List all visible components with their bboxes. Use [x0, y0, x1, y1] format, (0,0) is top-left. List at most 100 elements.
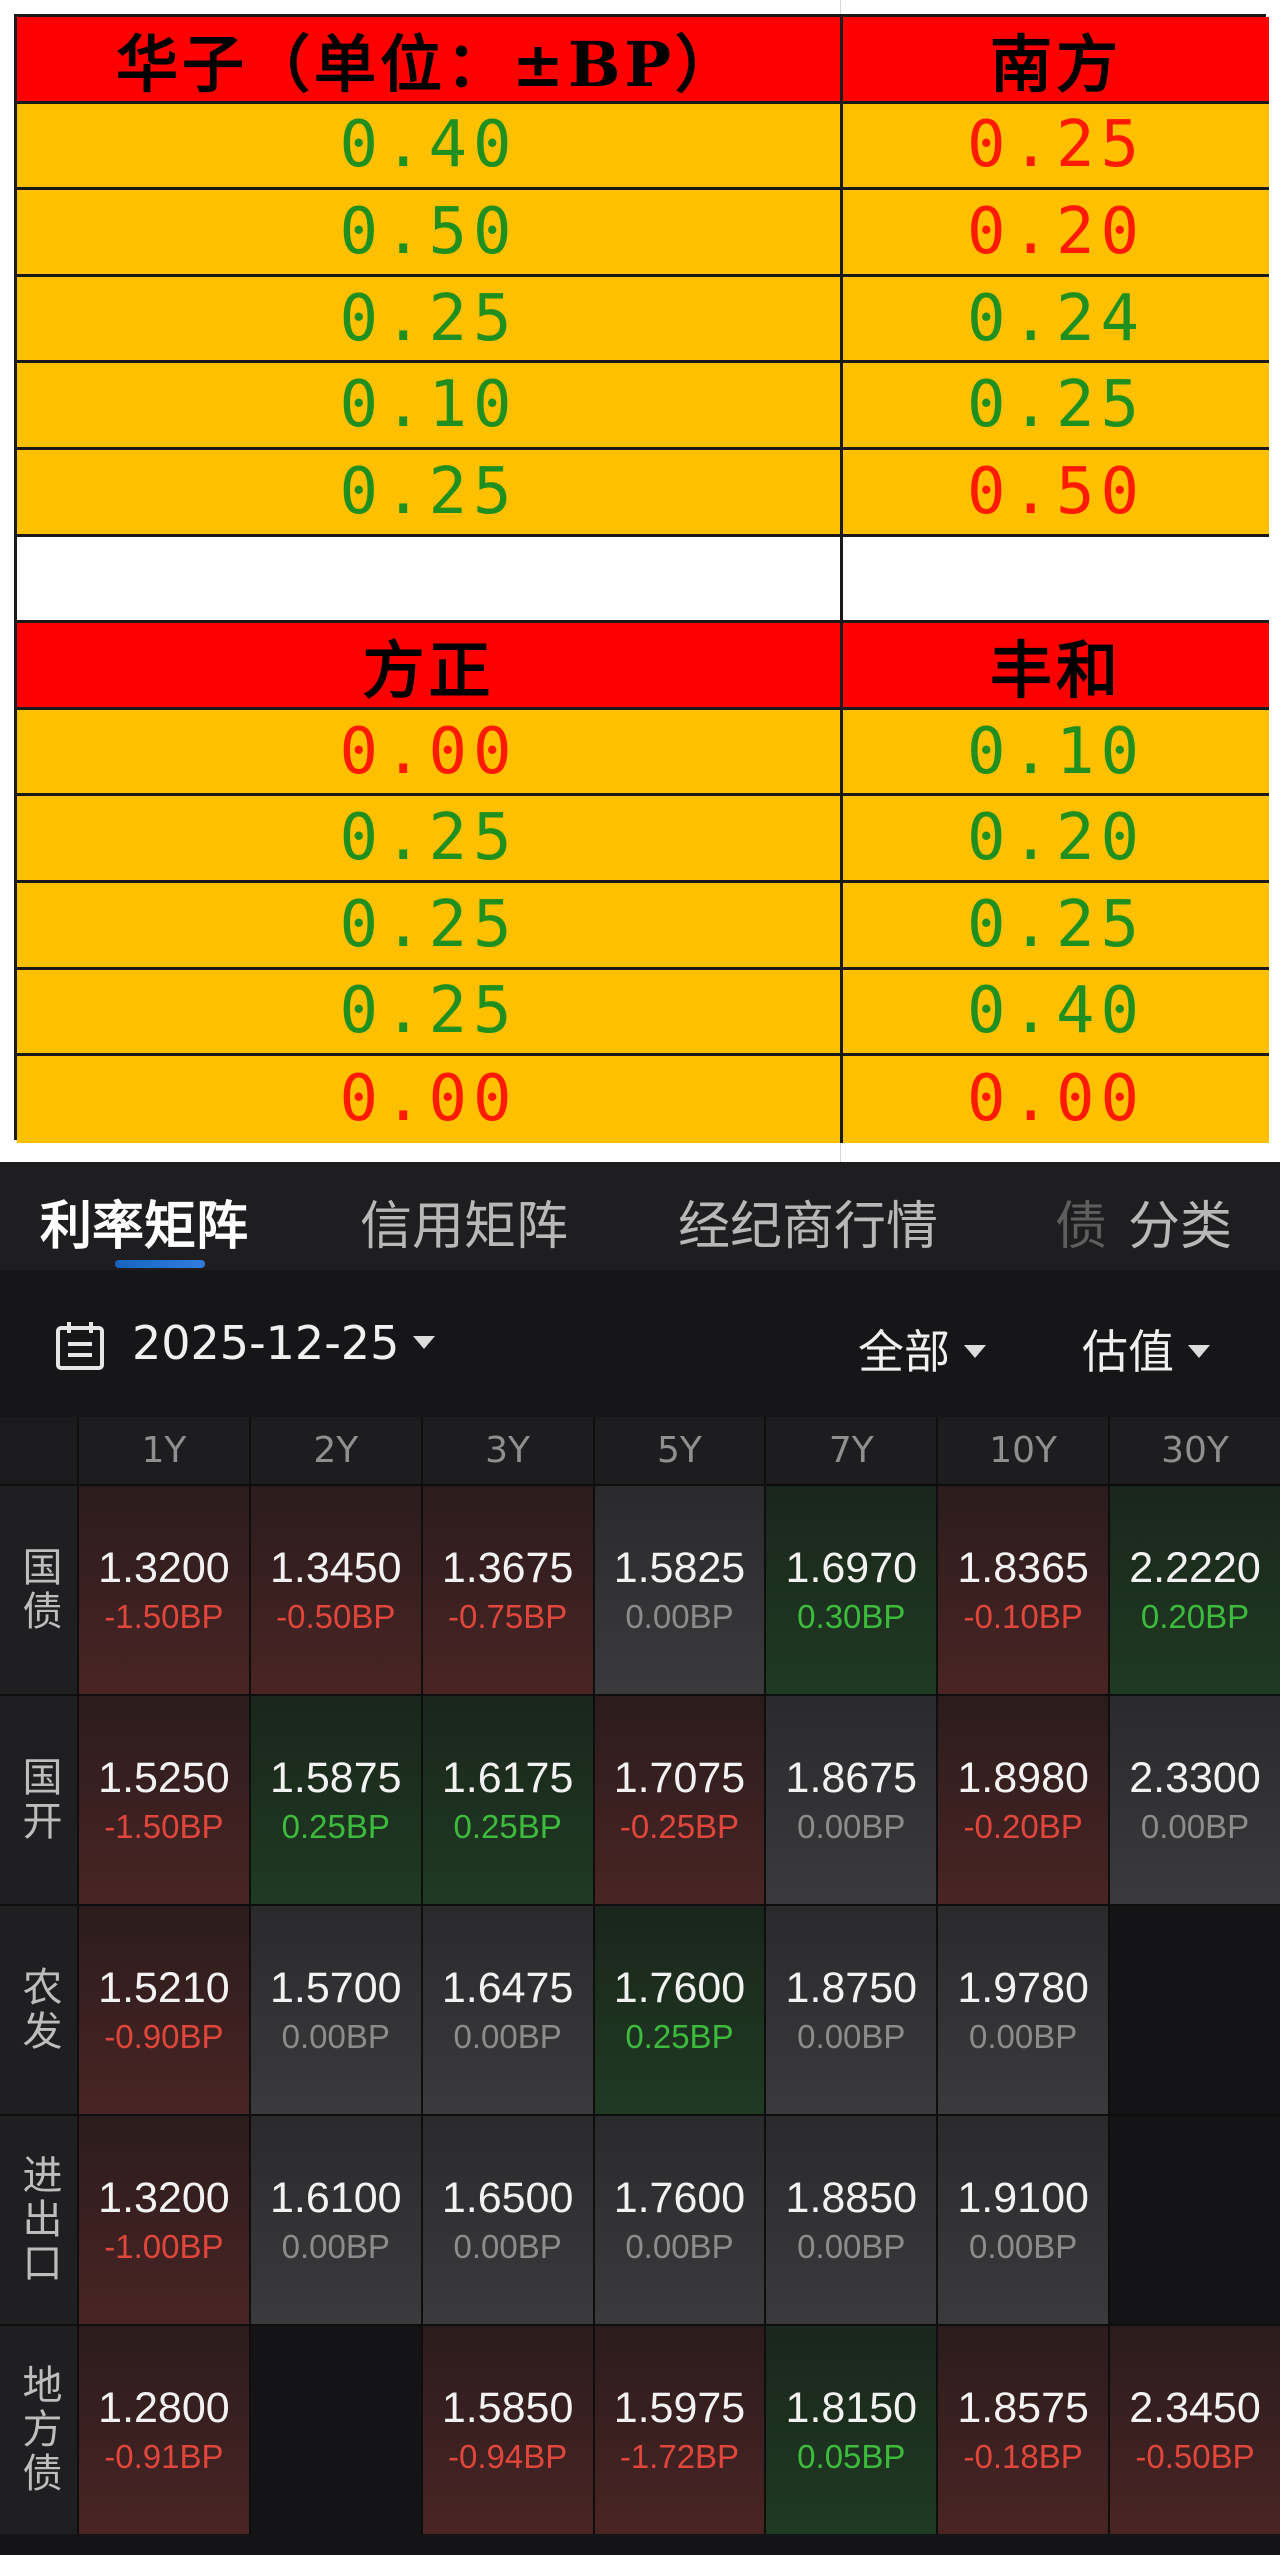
matrix-row: 国开 1.5250 -1.50BP 1.5875 0.25BP 1.6175 0.25BP 1… — [0, 1694, 1280, 1904]
rate-cell[interactable]: 1.5700 0.00BP — [248, 1904, 421, 2114]
quote-cell: 0.40 — [843, 969, 1269, 1057]
rate-cell[interactable]: 1.5250 -1.50BP — [77, 1694, 249, 1904]
rate-matrix: 1Y 2Y 3Y 5Y 7Y 10Y 30Y 国债 1.3200 -1.50BP 1.3450 -0… — [0, 1417, 1280, 2555]
rate-cell[interactable]: 2.3300 0.00BP — [1108, 1694, 1280, 1904]
rate-cell[interactable]: 1.5875 0.25BP — [248, 1694, 421, 1904]
tenor-header[interactable]: 2Y — [248, 1417, 421, 1484]
yield-value: 1.5250 — [98, 1754, 230, 1802]
yield-value: 2.3450 — [1129, 2384, 1261, 2432]
yield-value: 1.8850 — [785, 2174, 918, 2222]
bond-type-label[interactable]: 进出口 — [0, 2114, 77, 2324]
bp-change: 0.20BP — [1140, 1598, 1250, 1635]
yield-value: 1.6970 — [785, 1544, 918, 1592]
quote-cell: 0.25 — [843, 363, 1269, 450]
tab-bar: 利率矩阵 信用矩阵 经纪商行情 债 分类 — [0, 1162, 1280, 1270]
rate-cell[interactable]: 1.5850 -0.94BP — [420, 2324, 593, 2534]
tab-credit-matrix[interactable]: 信用矩阵 — [360, 1184, 568, 1259]
rate-cell[interactable]: 1.3200 -1.50BP — [77, 1484, 249, 1694]
rate-cell[interactable]: 1.8575 -0.18BP — [936, 2324, 1109, 2534]
rate-cell[interactable]: 1.5975 -1.72BP — [592, 2324, 765, 2534]
tab-broker-quotes[interactable]: 经纪商行情 — [678, 1184, 938, 1259]
rate-cell[interactable]: 1.6500 0.00BP — [420, 2114, 593, 2324]
tenor-header[interactable]: 1Y — [77, 1417, 249, 1484]
mode-value: 估值 — [1082, 1325, 1174, 1379]
tenor-header[interactable]: 5Y — [592, 1417, 765, 1484]
empty-cell — [1108, 2114, 1280, 2324]
broker-quote-table: 华子（单位：±BP） 南方 0.40 0.25 0.50 0.20 0.25 0.24 0.10… — [14, 14, 1269, 1143]
calendar-icon[interactable] — [54, 1320, 106, 1372]
tab-rate-matrix[interactable]: 利率矩阵 — [40, 1184, 248, 1259]
bp-change: -0.75BP — [447, 1598, 568, 1635]
rate-cell[interactable]: 1.6970 0.30BP — [764, 1484, 937, 1694]
bp-change: 0.00BP — [281, 2018, 390, 2055]
rate-cell[interactable]: 1.3450 -0.50BP — [248, 1484, 421, 1694]
rate-cell[interactable]: 1.8675 0.00BP — [764, 1694, 937, 1904]
bp-change: 0.00BP — [797, 1808, 906, 1845]
mode-selector[interactable]: 估值 — [1082, 1316, 1210, 1382]
yield-value: 1.8675 — [785, 1754, 918, 1802]
rate-cell[interactable]: 1.8365 -0.10BP — [936, 1484, 1109, 1694]
rate-cell[interactable]: 1.6175 0.25BP — [420, 1694, 593, 1904]
bond-type-label[interactable]: 地方债 — [0, 2324, 77, 2534]
rate-cell[interactable]: 1.6475 0.00BP — [420, 1904, 593, 2114]
bp-change: -0.90BP — [104, 2018, 224, 2055]
quote-cell: 0.10 — [17, 363, 843, 450]
spreadsheet-image: 华子（单位：±BP） 南方 0.40 0.25 0.50 0.20 0.25 0.24 0.10… — [0, 0, 1280, 1162]
bp-change: -0.20BP — [963, 1808, 1083, 1845]
rate-cell[interactable]: 1.3675 -0.75BP — [420, 1484, 593, 1694]
tenor-header[interactable]: 30Y — [1108, 1417, 1280, 1484]
rate-matrix-app: 利率矩阵 信用矩阵 经纪商行情 债 分类 2025-12-25 全部 估值 1Y… — [0, 1162, 1280, 2555]
bp-change: -0.18BP — [963, 2438, 1083, 2475]
date-selector[interactable]: 2025-12-25 — [132, 1316, 436, 1370]
rate-cell[interactable]: 2.2220 0.20BP — [1108, 1484, 1280, 1694]
rate-cell[interactable]: 2.3450 -0.50BP — [1108, 2324, 1280, 2534]
yield-value: 1.5700 — [270, 1964, 402, 2012]
rate-cell[interactable]: 1.9780 0.00BP — [936, 1904, 1109, 2114]
broker-header: 华子（单位：±BP） — [17, 17, 843, 104]
quote-cell: 0.00 — [843, 1056, 1269, 1143]
empty-cell — [1108, 1904, 1280, 2114]
rate-cell[interactable]: 1.8980 -0.20BP — [936, 1694, 1109, 1904]
tenor-header[interactable]: 10Y — [936, 1417, 1108, 1484]
rate-cell[interactable]: 1.5825 0.00BP — [592, 1484, 765, 1694]
tab-category[interactable]: 分类 — [1128, 1184, 1232, 1259]
rate-cell[interactable]: 1.5210 -0.90BP — [77, 1904, 249, 2114]
scope-value: 全部 — [858, 1325, 950, 1379]
scope-selector[interactable]: 全部 — [858, 1316, 986, 1382]
rate-cell[interactable]: 1.7600 0.00BP — [592, 2114, 765, 2324]
rate-cell[interactable]: 1.2800 -0.91BP — [77, 2324, 249, 2534]
yield-value: 1.5875 — [270, 1754, 402, 1802]
bond-type-label[interactable]: 国开 — [0, 1694, 77, 1904]
rate-cell[interactable]: 1.9100 0.00BP — [936, 2114, 1109, 2324]
bp-change: 0.00BP — [1140, 1808, 1250, 1845]
quote-cell: 0.24 — [843, 276, 1269, 364]
tenor-header[interactable]: 7Y — [764, 1417, 936, 1484]
rate-cell[interactable]: 1.6100 0.00BP — [248, 2114, 421, 2324]
bp-change: -0.50BP — [276, 1598, 396, 1635]
matrix-row: 国债 1.3200 -1.50BP 1.3450 -0.50BP 1.3675 -0.75B… — [0, 1484, 1280, 1694]
rate-cell[interactable]: 1.8850 0.00BP — [764, 2114, 937, 2324]
quote-cell: 0.50 — [17, 190, 843, 277]
rate-cell[interactable]: 1.7075 -0.25BP — [592, 1694, 765, 1904]
active-tab-indicator — [115, 1260, 205, 1268]
matrix-row: 进出口 1.3200 -1.00BP 1.6100 0.00BP 1.6500 0.00BP… — [0, 2114, 1280, 2324]
rate-cell[interactable]: 1.3200 -1.00BP — [77, 2114, 249, 2324]
tab-bond[interactable]: 债 — [1055, 1184, 1107, 1259]
yield-value: 1.2800 — [98, 2384, 230, 2432]
bp-change: 0.05BP — [797, 2438, 906, 2475]
rate-cell[interactable]: 1.8750 0.00BP — [764, 1904, 937, 2114]
rate-cell[interactable]: 1.8150 0.05BP — [764, 2324, 937, 2534]
bond-type-label[interactable]: 国债 — [0, 1484, 77, 1694]
bp-change: -1.50BP — [104, 1808, 224, 1845]
chevron-down-icon — [964, 1345, 986, 1358]
quote-cell: 0.00 — [17, 1056, 843, 1143]
header-corner — [0, 1417, 77, 1484]
rate-cell[interactable]: 1.7600 0.25BP — [592, 1904, 765, 2114]
chevron-down-icon — [413, 1336, 436, 1349]
tenor-header[interactable]: 3Y — [420, 1417, 593, 1484]
yield-value: 2.3300 — [1129, 1754, 1261, 1802]
bp-change: 0.25BP — [281, 1808, 390, 1845]
tenor-header-row: 1Y 2Y 3Y 5Y 7Y 10Y 30Y — [0, 1417, 1280, 1484]
bond-type-label[interactable]: 农发 — [0, 1904, 77, 2114]
quote-cell: 0.25 — [17, 882, 843, 970]
